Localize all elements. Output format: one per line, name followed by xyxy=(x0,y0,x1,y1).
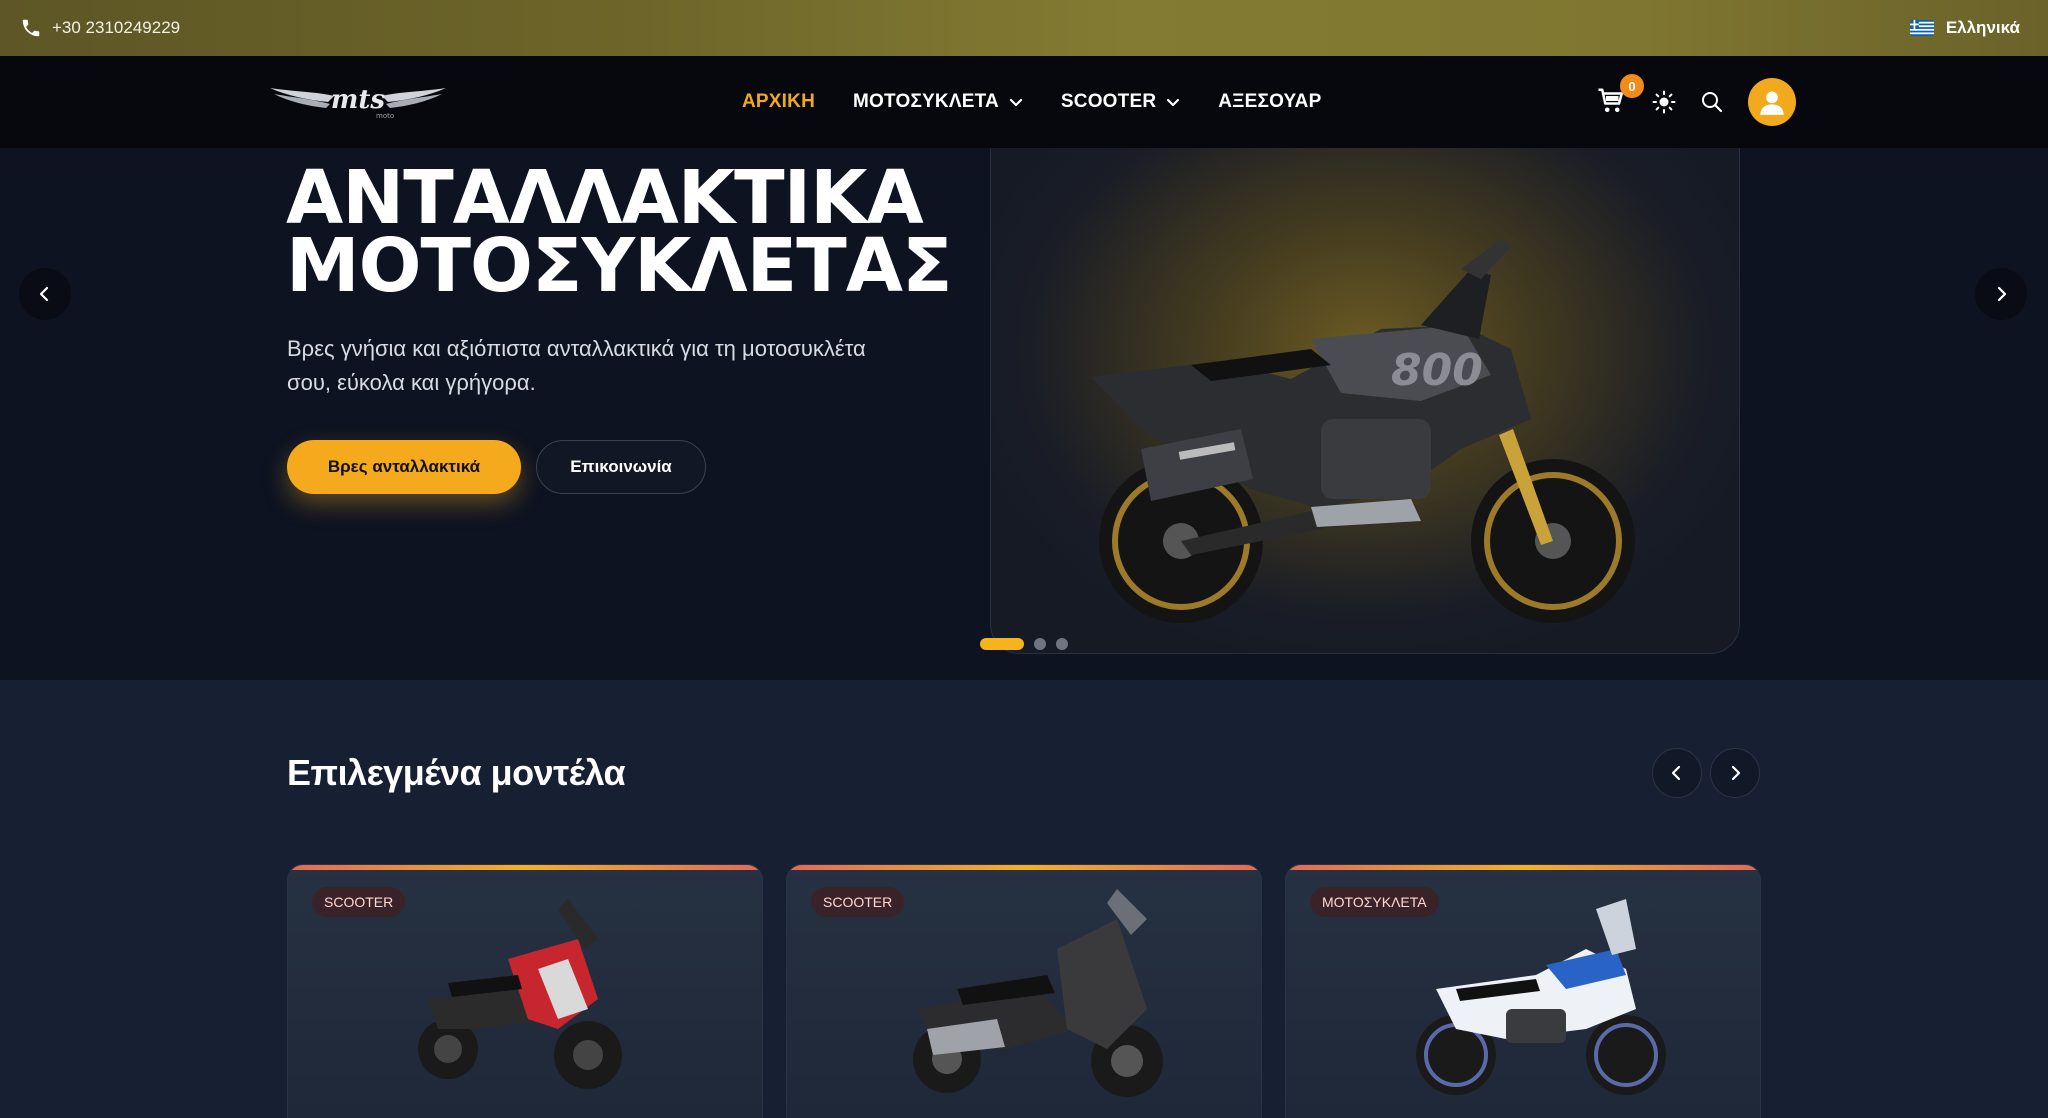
hero-title-line-2: ΜΟΤΟΣΥΚΛΕΤΑΣ xyxy=(286,223,953,309)
featured-prev-button[interactable] xyxy=(1652,748,1702,798)
nav-item-home-label: ΑΡΧΙΚΗ xyxy=(742,91,815,112)
featured-next-button[interactable] xyxy=(1710,748,1760,798)
slider-dot-1[interactable] xyxy=(980,638,1024,650)
nav-item-scooter[interactable]: SCOOTER xyxy=(1061,91,1180,113)
hero-title: ΑΝΤΑΛΛΑΚΤΙΚΑ ΜΟΤΟΣΥΚΛΕΤΑΣ xyxy=(286,155,953,309)
phone-icon xyxy=(22,19,40,37)
phone-number: +30 2310249229 xyxy=(52,18,181,37)
hero-title-line-1: ΑΝΤΑΛΛΑΚΤΙΚΑ xyxy=(286,155,924,241)
chevron-left-icon xyxy=(39,286,49,302)
hero-prev-button[interactable] xyxy=(19,268,71,320)
sun-icon xyxy=(1652,90,1676,114)
chevron-right-icon xyxy=(1997,286,2007,302)
slider-dots xyxy=(980,638,1068,650)
card-accent-stripe xyxy=(787,865,1261,870)
model-card[interactable]: SCOOTER xyxy=(287,864,763,1118)
phone-link[interactable]: +30 2310249229 xyxy=(20,17,180,39)
adventure-motorcycle-image: 800 xyxy=(1091,239,1635,623)
model-card[interactable]: ΜΟΤΟΣΥΚΛΕΤΑ xyxy=(1285,864,1761,1118)
chevron-left-icon xyxy=(1671,765,1681,781)
card-accent-stripe xyxy=(288,865,762,870)
top-bar: +30 2310249229 Ελληνικά xyxy=(0,0,2048,56)
chevron-down-icon xyxy=(1167,98,1180,107)
slider-dot-2[interactable] xyxy=(1034,638,1046,650)
cart-count-badge: 0 xyxy=(1620,74,1644,98)
hero-next-button[interactable] xyxy=(1975,268,2027,320)
model-card[interactable]: SCOOTER xyxy=(786,864,1262,1118)
svg-text:mts: mts xyxy=(331,85,386,115)
nav-item-motorcycles-label: ΜΟΤΟΣΥΚΛΕΤΑ xyxy=(853,91,999,112)
nav-item-home[interactable]: ΑΡΧΙΚΗ xyxy=(742,91,815,113)
red-scooter-image xyxy=(418,899,622,1089)
search-icon xyxy=(1702,92,1723,113)
main-navbar: mts moto ΑΡΧΙΚΗ ΜΟΤΟΣΥΚΛΕΤΑ SCOOTER ΑΞΕΣ… xyxy=(0,56,2048,148)
language-label: Ελληνικά xyxy=(1945,18,2020,37)
theme-toggle-button[interactable] xyxy=(1652,90,1676,114)
hero-slider: 800 ΑΝΤΑΛΛΑΚΤΙΚΑ ΜΟΤΟΣΥΚΛΕΤΑΣ Βρες γνήσι… xyxy=(0,148,2048,680)
featured-models-section: Επιλεγμένα μοντέλα SCOOTER SCOOTER ΜΟΤΟΣ… xyxy=(0,680,2048,1118)
nav-item-motorcycles[interactable]: ΜΟΤΟΣΥΚΛΕΤΑ xyxy=(853,91,1023,113)
nav-item-scooter-label: SCOOTER xyxy=(1060,91,1157,112)
nav-actions: 0 xyxy=(1596,56,1796,148)
search-button[interactable] xyxy=(1700,90,1724,114)
contact-button[interactable]: Επικοινωνία xyxy=(536,440,706,494)
language-selector[interactable]: Ελληνικά xyxy=(1909,18,2020,38)
white-adventure-motorcycle-image xyxy=(1416,899,1666,1095)
svg-text:800: 800 xyxy=(1391,345,1483,396)
card-accent-stripe xyxy=(1286,865,1760,870)
user-avatar-button[interactable] xyxy=(1748,78,1796,126)
chevron-down-icon xyxy=(1009,98,1023,107)
slider-dot-3[interactable] xyxy=(1056,638,1068,650)
hero-image-card: 800 xyxy=(990,148,1740,654)
svg-text:moto: moto xyxy=(376,112,394,120)
hero-subtitle: Βρες γνήσια και αξιόπιστα ανταλλακτικά γ… xyxy=(287,336,866,395)
chevron-right-icon xyxy=(1731,765,1741,781)
black-maxi-scooter-image xyxy=(913,889,1163,1097)
user-icon xyxy=(1760,91,1784,115)
find-parts-button[interactable]: Βρες ανταλλακτικά xyxy=(287,440,521,494)
cart-button[interactable]: 0 xyxy=(1596,74,1644,118)
mts-moto-logo[interactable]: mts moto xyxy=(268,78,448,122)
section-title: Επιλεγμένα μοντέλα xyxy=(287,752,626,793)
greek-flag-icon xyxy=(1909,19,1934,37)
nav-item-accessories-label: ΑΞΕΣΟΥΑΡ xyxy=(1218,91,1322,112)
nav-item-accessories[interactable]: ΑΞΕΣΟΥΑΡ xyxy=(1218,91,1321,113)
main-menu: ΑΡΧΙΚΗ ΜΟΤΟΣΥΚΛΕΤΑ SCOOTER ΑΞΕΣΟΥΑΡ xyxy=(742,56,1321,148)
